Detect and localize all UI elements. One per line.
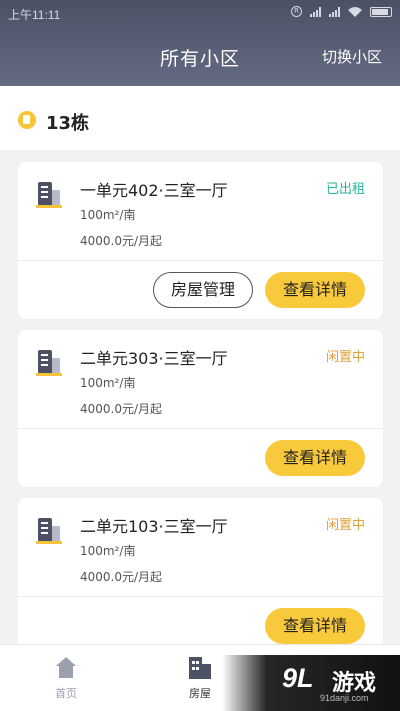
watermark-url: 91danji.com	[320, 693, 369, 703]
status-badge: 已出租	[325, 182, 365, 197]
unit-area: 100m²/南	[80, 376, 136, 390]
status-time: 上午11:11	[8, 8, 61, 22]
header: 上午11:11 R 所有小区 切换小区	[0, 0, 400, 86]
divider	[18, 596, 383, 597]
unit-price: 4000.0元/月起	[80, 234, 163, 248]
tab-home[interactable]: 首页	[6, 645, 126, 711]
home-icon	[55, 657, 77, 679]
wifi-icon	[348, 6, 362, 17]
status-badge: 闲置中	[325, 518, 365, 533]
divider	[18, 428, 383, 429]
building-icon	[36, 182, 62, 208]
unit-list[interactable]: 一单元402·三室一厅 已出租 100m²/南 4000.0元/月起 房屋管理 …	[0, 150, 400, 644]
status-badge: 闲置中	[325, 350, 365, 365]
building-icon	[36, 350, 62, 376]
status-bar: 上午11:11 R	[0, 0, 400, 28]
unit-card[interactable]: 二单元303·三室一厅 闲置中 100m²/南 4000.0元/月起 查看详情	[18, 330, 383, 487]
unit-price: 4000.0元/月起	[80, 570, 163, 584]
building-name: 13栋	[46, 113, 90, 134]
building-badge-icon	[18, 111, 36, 129]
watermark-logo: 9L	[282, 663, 314, 693]
unit-price: 4000.0元/月起	[80, 402, 163, 416]
battery-icon	[370, 6, 392, 17]
view-details-button[interactable]: 查看详情	[265, 440, 365, 476]
unit-card[interactable]: 一单元402·三室一厅 已出租 100m²/南 4000.0元/月起 房屋管理 …	[18, 162, 383, 319]
tab-label: 首页	[55, 687, 77, 700]
unit-card[interactable]: 二单元103·三室一厅 闲置中 100m²/南 4000.0元/月起 查看详情	[18, 498, 383, 644]
status-icons: R	[291, 6, 392, 17]
view-details-button[interactable]: 查看详情	[265, 608, 365, 644]
view-details-button[interactable]: 查看详情	[265, 272, 365, 308]
switch-community-button[interactable]: 切换小区	[322, 46, 382, 67]
building-icon	[36, 518, 62, 544]
manage-house-button[interactable]: 房屋管理	[153, 272, 253, 308]
unit-title: 一单元402·三室一厅	[80, 181, 228, 200]
watermark: 9L 游戏 91danji.com	[222, 655, 400, 711]
unit-title: 二单元103·三室一厅	[80, 517, 228, 536]
unit-area: 100m²/南	[80, 544, 136, 558]
unit-title: 二单元303·三室一厅	[80, 349, 228, 368]
signal-icon	[329, 6, 340, 17]
building-bar: 13栋	[0, 86, 400, 150]
signal-icon	[310, 6, 321, 17]
unit-area: 100m²/南	[80, 208, 136, 222]
r-circle-icon: R	[291, 6, 302, 17]
house-icon	[189, 657, 211, 679]
divider	[18, 260, 383, 261]
